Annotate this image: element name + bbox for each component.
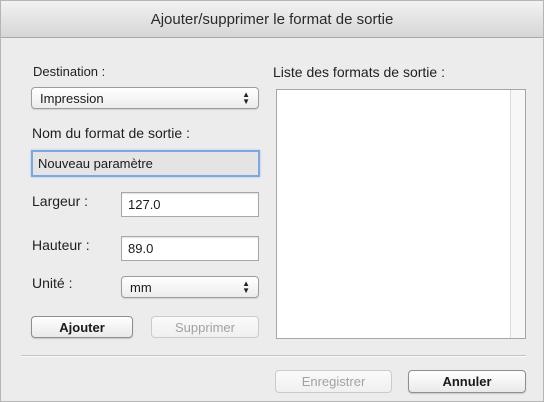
formats-list[interactable]	[276, 89, 526, 339]
unit-select[interactable]: mm ▲ ▼	[121, 276, 259, 298]
window-title: Ajouter/supprimer le format de sortie	[150, 10, 394, 28]
destination-value: Impression	[40, 90, 104, 106]
add-button[interactable]: Ajouter	[31, 316, 133, 338]
output-format-name-input[interactable]: Nouveau paramètre	[31, 150, 260, 177]
save-button[interactable]: Enregistrer	[275, 370, 392, 393]
formats-list-scrollbar[interactable]	[510, 90, 525, 338]
destination-label: Destination :	[33, 64, 106, 79]
unit-label: Unité :	[32, 275, 73, 291]
unit-value: mm	[130, 279, 152, 295]
cancel-button[interactable]: Annuler	[408, 370, 526, 393]
separator	[21, 355, 526, 357]
destination-select[interactable]: Impression ▲ ▼	[31, 87, 259, 109]
output-format-name-value: Nouveau paramètre	[38, 156, 153, 171]
height-input[interactable]: 89.0	[121, 236, 259, 261]
output-format-name-label: Nom du format de sortie :	[32, 125, 190, 141]
width-input[interactable]: 127.0	[121, 192, 259, 217]
formats-list-label: Liste des formats de sortie :	[273, 64, 445, 80]
dialog-window: Ajouter/supprimer le format de sortie De…	[0, 0, 544, 402]
title-bar: Ajouter/supprimer le format de sortie	[1, 1, 543, 38]
delete-button[interactable]: Supprimer	[151, 316, 259, 338]
select-arrows-icon: ▲ ▼	[242, 279, 250, 295]
width-value: 127.0	[128, 197, 161, 212]
height-label: Hauteur :	[32, 237, 90, 253]
select-arrows-icon: ▲ ▼	[242, 90, 250, 106]
height-value: 89.0	[128, 241, 154, 256]
width-label: Largeur :	[32, 193, 89, 209]
